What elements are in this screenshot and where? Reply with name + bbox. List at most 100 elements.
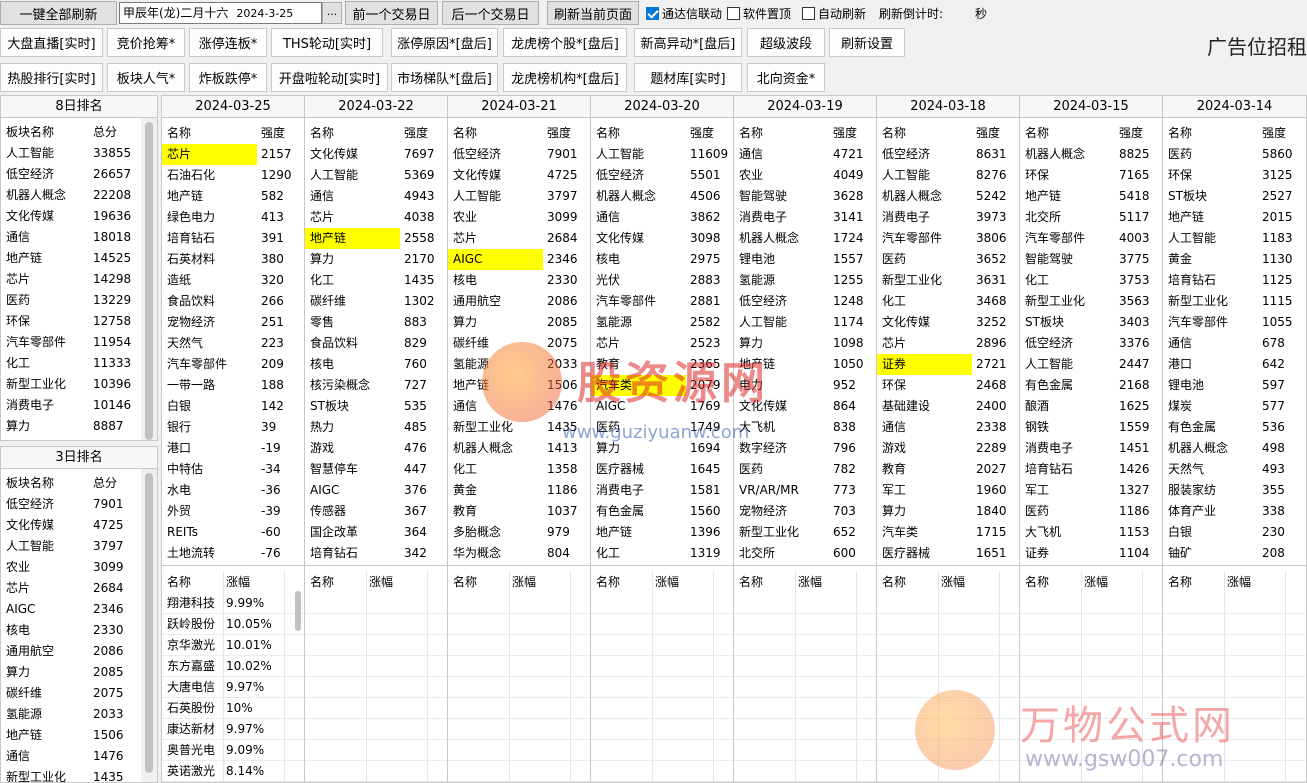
table-row[interactable]: 锂电池 597: [1163, 375, 1306, 396]
table-row[interactable]: 通信 678: [1163, 333, 1306, 354]
table-row[interactable]: 电力 952: [734, 375, 876, 396]
table-row[interactable]: 机器人概念 498: [1163, 438, 1306, 459]
table-row[interactable]: 通信 1476: [1, 746, 157, 767]
nav-button[interactable]: 板块人气*: [107, 63, 185, 92]
table-row[interactable]: 消费电子 3141: [734, 207, 876, 228]
refresh-page-button[interactable]: 刷新当前页面: [547, 1, 639, 25]
table-row[interactable]: 零售 883: [305, 312, 447, 333]
table-row[interactable]: 奥普光电 9.09%: [162, 740, 304, 761]
nav-button[interactable]: 超级波段: [747, 28, 825, 57]
table-row[interactable]: 化工 3468: [877, 291, 1019, 312]
table-row[interactable]: 石英材料 380: [162, 249, 304, 270]
table-row[interactable]: 芯片 14298: [1, 269, 157, 290]
table-row[interactable]: 天然气 223: [162, 333, 304, 354]
table-row[interactable]: 化工 1435: [305, 270, 447, 291]
nav-button[interactable]: 题材库[实时]: [634, 63, 742, 92]
table-row[interactable]: 京华激光 10.01%: [162, 635, 304, 656]
table-row[interactable]: 煤炭 577: [1163, 396, 1306, 417]
table-row[interactable]: AIGC 2346: [1, 599, 157, 620]
table-row[interactable]: 传感器 367: [305, 501, 447, 522]
table-row[interactable]: 人工智能 1174: [734, 312, 876, 333]
table-row[interactable]: 大飞机 838: [734, 417, 876, 438]
table-row[interactable]: 绿色电力 413: [162, 207, 304, 228]
table-row[interactable]: 算力 8887: [1, 416, 157, 437]
table-row[interactable]: 体育产业 338: [1163, 501, 1306, 522]
prev-day-button[interactable]: 前一个交易日: [345, 1, 438, 25]
table-row[interactable]: 低空经济 3376: [1020, 333, 1162, 354]
table-row[interactable]: 机器人概念 8825: [1020, 144, 1162, 165]
table-row[interactable]: 证券 2721: [877, 354, 1019, 375]
auto-refresh-checkbox[interactable]: 自动刷新: [802, 5, 866, 22]
table-row[interactable]: 热力 485: [305, 417, 447, 438]
table-row[interactable]: 人工智能 33855: [1, 143, 157, 164]
table-row[interactable]: 港口 -19: [162, 438, 304, 459]
table-row[interactable]: 消费电子 3973: [877, 207, 1019, 228]
table-row[interactable]: 汽车零部件 3806: [877, 228, 1019, 249]
table-row[interactable]: 数字经济 796: [734, 438, 876, 459]
table-row[interactable]: 芯片 2523: [591, 333, 733, 354]
table-row[interactable]: 地产链 1396: [591, 522, 733, 543]
nav-button[interactable]: 市场梯队*[盘后]: [391, 63, 498, 92]
table-row[interactable]: 算力 2170: [305, 249, 447, 270]
table-row[interactable]: 新型工业化 652: [734, 522, 876, 543]
table-row[interactable]: 中特估 -34: [162, 459, 304, 480]
table-row[interactable]: 人工智能 5369: [305, 165, 447, 186]
table-row[interactable]: 文化传媒 3252: [877, 312, 1019, 333]
table-row[interactable]: 人工智能 11609: [591, 144, 733, 165]
refresh-all-button[interactable]: 一键全部刷新: [0, 1, 117, 25]
table-row[interactable]: 低空经济 8631: [877, 144, 1019, 165]
table-row[interactable]: 水电 -36: [162, 480, 304, 501]
table-row[interactable]: 造纸 320: [162, 270, 304, 291]
table-row[interactable]: 翔港科技 9.99%: [162, 593, 304, 614]
table-row[interactable]: 氢能源 1255: [734, 270, 876, 291]
table-row[interactable]: 新型工业化 10396: [1, 374, 157, 395]
table-row[interactable]: 算力 1840: [877, 501, 1019, 522]
table-row[interactable]: 酿酒 1625: [1020, 396, 1162, 417]
table-row[interactable]: AIGC 1769: [591, 396, 733, 417]
table-row[interactable]: 环保 2468: [877, 375, 1019, 396]
table-row[interactable]: 智能驾驶 3628: [734, 186, 876, 207]
table-row[interactable]: 文化传媒 864: [734, 396, 876, 417]
table-row[interactable]: 汽车零部件 11954: [1, 332, 157, 353]
table-row[interactable]: 康达新材 9.97%: [162, 719, 304, 740]
table-row[interactable]: 文化传媒 4725: [448, 165, 590, 186]
table-row[interactable]: 地产链 14525: [1, 248, 157, 269]
scrollbar[interactable]: [141, 469, 157, 782]
table-row[interactable]: 化工 1358: [448, 459, 590, 480]
table-row[interactable]: 核电 2330: [1, 620, 157, 641]
table-row[interactable]: 外贸 -39: [162, 501, 304, 522]
table-row[interactable]: 服装家纺 355: [1163, 480, 1306, 501]
table-row[interactable]: ST板块 535: [305, 396, 447, 417]
table-row[interactable]: 天然气 493: [1163, 459, 1306, 480]
nav-button[interactable]: 开盘啦轮动[实时]: [271, 63, 388, 92]
nav-button[interactable]: 涨停原因*[盘后]: [391, 28, 498, 57]
table-row[interactable]: 大唐电信 9.97%: [162, 677, 304, 698]
nav-button[interactable]: 北向资金*: [747, 63, 825, 92]
table-row[interactable]: 算力 1098: [734, 333, 876, 354]
table-row[interactable]: 培育钻石 342: [305, 543, 447, 564]
table-row[interactable]: 农业 4049: [734, 165, 876, 186]
table-row[interactable]: 核污染概念 727: [305, 375, 447, 396]
table-row[interactable]: 汽车零部件 209: [162, 354, 304, 375]
nav-button[interactable]: 大盘直播[实时]: [0, 28, 103, 57]
table-row[interactable]: 汽车零部件 2881: [591, 291, 733, 312]
table-row[interactable]: 农业 3099: [448, 207, 590, 228]
table-row[interactable]: 环保 7165: [1020, 165, 1162, 186]
nav-button[interactable]: 热股排行[实时]: [0, 63, 103, 92]
table-row[interactable]: 人工智能 3797: [448, 186, 590, 207]
table-row[interactable]: 氢能源 2033: [1, 704, 157, 725]
next-day-button[interactable]: 后一个交易日: [442, 1, 539, 25]
table-row[interactable]: 新型工业化 1435: [448, 417, 590, 438]
table-row[interactable]: 宠物经济 251: [162, 312, 304, 333]
table-row[interactable]: 通用航空 2086: [1, 641, 157, 662]
table-row[interactable]: 消费电子 1451: [1020, 438, 1162, 459]
table-row[interactable]: 有色金属 2168: [1020, 375, 1162, 396]
tdx-link-checkbox[interactable]: 通达信联动: [646, 5, 722, 22]
nav-button[interactable]: 刷新设置: [829, 28, 905, 57]
table-row[interactable]: 地产链 1050: [734, 354, 876, 375]
table-row[interactable]: 医疗器械 1651: [877, 543, 1019, 564]
table-row[interactable]: 文化传媒 3098: [591, 228, 733, 249]
table-row[interactable]: 光伏 2883: [591, 270, 733, 291]
table-row[interactable]: 土地流转 -76: [162, 543, 304, 564]
table-row[interactable]: 通信 18018: [1, 227, 157, 248]
